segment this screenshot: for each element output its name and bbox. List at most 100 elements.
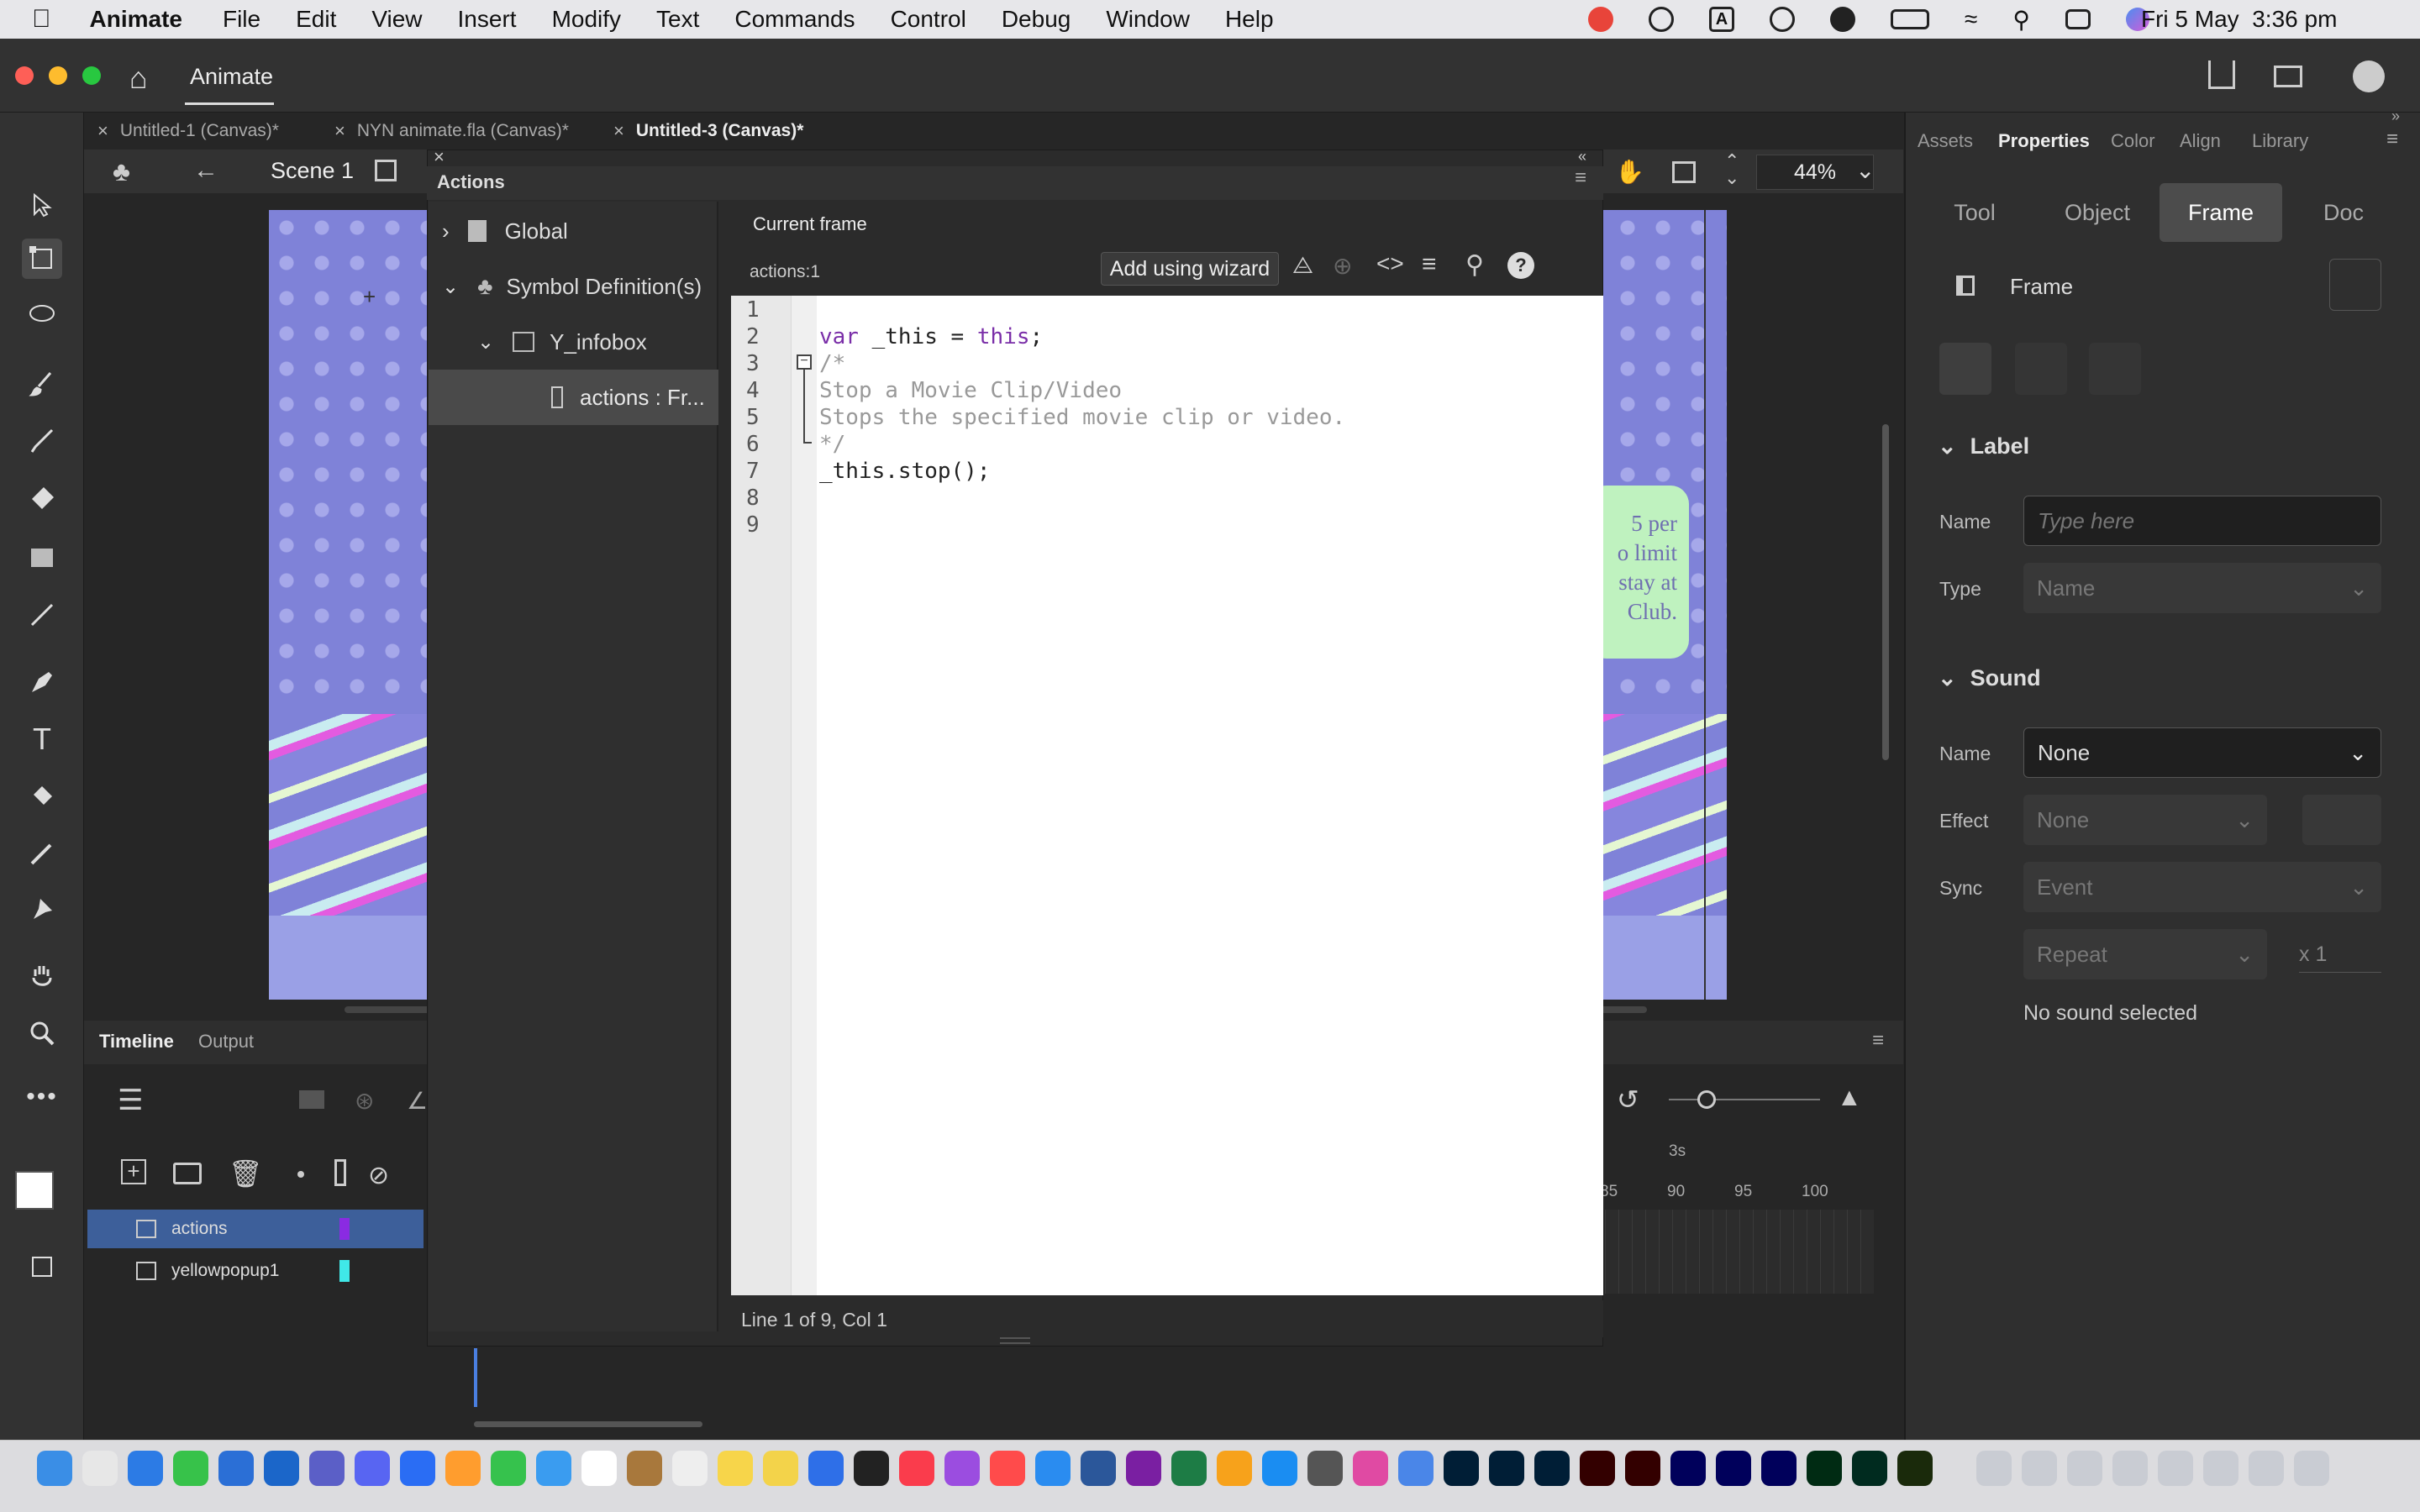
dock-app-icon[interactable] [718,1451,753,1486]
layers-icon[interactable]: ☰ [118,1084,143,1117]
code-snippets-icon[interactable]: <> [1376,250,1404,277]
menu-debug[interactable]: Debug [1002,6,1071,33]
menu-app-name[interactable]: Animate [90,6,182,33]
dock-app-icon[interactable] [536,1451,571,1486]
panel-menu-icon[interactable]: ≡ [2386,128,2398,151]
zoom-tool[interactable] [22,1013,62,1053]
menu-modify[interactable]: Modify [552,6,621,33]
loop-icon[interactable]: ↺ [1617,1084,1639,1116]
selection-tool[interactable] [22,185,62,225]
tab-properties[interactable]: Properties [1998,130,2090,152]
tab-timeline[interactable]: Timeline [99,1031,174,1053]
dock-app-icon[interactable] [1444,1451,1479,1486]
tab-library[interactable]: Library [2252,130,2308,152]
chevron-right-icon[interactable]: › [442,218,450,244]
menu-window[interactable]: Window [1106,6,1190,33]
pin-script-icon[interactable]: ⨺ [1292,252,1313,280]
dock-app-icon[interactable] [264,1451,299,1486]
dock-app-icon[interactable] [581,1451,617,1486]
dock-app-icon[interactable] [1625,1451,1660,1486]
accessibility-icon[interactable] [1770,7,1795,32]
hide-icon[interactable]: ⊘ [368,1161,389,1190]
open-properties-icon[interactable] [2329,259,2381,311]
dock-window-thumbnail[interactable] [2294,1451,2329,1486]
segment-tool[interactable]: Tool [1913,183,2036,242]
dock-app-icon[interactable] [355,1451,390,1486]
dock-app-icon[interactable] [309,1451,345,1486]
dot-icon[interactable] [297,1171,304,1178]
frame-grid[interactable] [1605,1210,1874,1294]
text-tool[interactable]: T [22,719,62,759]
tab-align[interactable]: Align [2180,130,2221,152]
graph-icon[interactable]: ∠ [407,1087,428,1115]
menu-help[interactable]: Help [1225,6,1274,33]
menu-file[interactable]: File [223,6,260,33]
paint-bucket-tool[interactable] [22,776,62,816]
label-section-header[interactable]: ⌄ Label [1938,433,2029,459]
dock-window-thumbnail[interactable] [2112,1451,2148,1486]
dock-app-icon[interactable] [445,1451,481,1486]
segment-frame[interactable]: Frame [2160,183,2282,242]
creative-cloud-icon[interactable] [1588,7,1613,32]
frame-label-input[interactable] [2023,496,2381,546]
doc-tab-untitled-3[interactable]: × Untitled-3 (Canvas)* [613,113,803,150]
dock-app-icon[interactable] [1171,1451,1207,1486]
current-frame-tab[interactable]: Current frame [753,213,867,235]
symbol-icon[interactable]: ♣ [113,156,130,187]
insert-target-icon[interactable]: ⊕ [1333,252,1352,280]
playhead[interactable] [474,1348,477,1407]
frame-view-icon[interactable]: ▲ [1837,1084,1862,1112]
dock-app-icon[interactable] [218,1451,254,1486]
camera-icon[interactable] [299,1090,324,1109]
code-editor[interactable] [731,296,1603,1295]
dock-app-icon[interactable] [944,1451,980,1486]
apple-icon[interactable]:  [32,5,51,34]
dock-app-icon[interactable] [1398,1451,1434,1486]
pin-tool[interactable] [22,889,62,929]
dock-app-icon[interactable] [808,1451,844,1486]
wifi-icon[interactable]: ≈ [1965,6,1977,33]
text-input-icon[interactable]: A [1709,7,1734,32]
edit-scene-icon[interactable] [375,160,397,181]
dock-app-icon[interactable] [672,1451,708,1486]
fill-color-swatch[interactable] [15,1171,54,1210]
dock-app-icon[interactable] [1761,1451,1797,1486]
stage-vertical-scrollbar[interactable] [1882,424,1889,760]
dock-window-thumbnail[interactable] [1976,1451,2012,1486]
close-tab-icon[interactable]: × [97,120,108,142]
dock-app-icon[interactable] [82,1451,118,1486]
line-tool[interactable] [22,595,62,635]
minimize-window-button[interactable] [49,66,67,85]
sound-section-header[interactable]: ⌄ Sound [1938,665,2041,691]
dock-app-icon[interactable] [37,1451,72,1486]
dock-app-icon[interactable] [1217,1451,1252,1486]
hand-tool[interactable] [22,956,62,996]
dock-app-icon[interactable] [1353,1451,1388,1486]
control-center-icon[interactable] [2065,9,2091,29]
collapse-right-panel-icon[interactable]: » [2391,108,2400,125]
close-tab-icon[interactable]: × [334,120,345,142]
close-actions-icon[interactable]: × [434,146,445,168]
workspace-icon[interactable] [2274,66,2302,87]
dock-app-icon[interactable] [400,1451,435,1486]
dock-window-thumbnail[interactable] [2203,1451,2238,1486]
close-window-button[interactable] [15,66,34,85]
add-using-wizard-button[interactable]: Add using wizard [1101,252,1279,286]
frame-zoom-handle[interactable] [1697,1090,1716,1109]
dock-app-icon[interactable] [627,1451,662,1486]
more-tools-icon[interactable]: ••• [22,1077,62,1117]
dock-app-icon[interactable] [899,1451,934,1486]
info-bubble[interactable]: 5 per o limit stay at Club. [1588,486,1689,659]
zoom-window-button[interactable] [82,66,101,85]
dock-app-icon[interactable] [854,1451,889,1486]
dock-app-icon[interactable] [1534,1451,1570,1486]
eraser-tool[interactable] [22,477,62,517]
tree-node-actions-frame[interactable]: actions : Fr... [429,370,718,425]
dock-window-thumbnail[interactable] [2158,1451,2193,1486]
resize-handle[interactable] [1000,1337,1030,1344]
zoom-dropdown-icon[interactable]: ⌄ [1855,156,1875,184]
dock-app-icon[interactable] [491,1451,526,1486]
dock-app-icon[interactable] [1126,1451,1161,1486]
menu-commands[interactable]: Commands [734,6,855,33]
paint-brush-tool[interactable] [22,363,62,403]
